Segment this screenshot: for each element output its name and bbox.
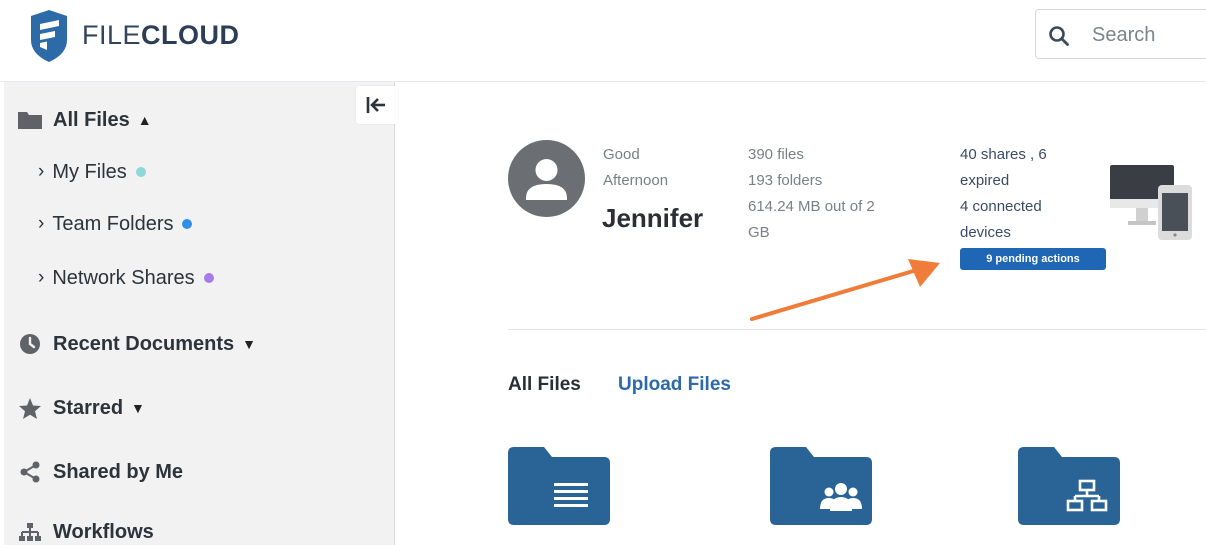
status-dot	[182, 219, 193, 229]
collapse-sidebar-button[interactable]	[356, 86, 398, 124]
sidebar-item-team-folders[interactable]: › Team Folders	[38, 209, 193, 239]
tab-all-files[interactable]: All Files	[508, 374, 581, 396]
avatar[interactable]	[508, 140, 585, 217]
sidebar-item-all-files[interactable]: All Files ▲	[4, 102, 152, 138]
greeting-line1: Good	[603, 146, 640, 163]
search-box[interactable]	[1035, 9, 1206, 59]
chevron-right-icon: ›	[38, 161, 45, 182]
status-dot	[135, 167, 146, 177]
user-icon	[526, 159, 567, 200]
sidebar-item-label: Starred	[53, 396, 124, 419]
search-icon	[1049, 26, 1069, 46]
my-files-folder-icon[interactable]	[508, 445, 610, 525]
workflow-icon	[17, 520, 43, 544]
sidebar-item-label: Recent Documents	[53, 332, 235, 355]
sidebar-item-label: Workflows	[53, 520, 154, 543]
sidebar-item-starred[interactable]: Starred ▼	[4, 390, 145, 426]
chevron-right-icon: ›	[38, 213, 45, 234]
storage-usage-line2: GB	[748, 224, 770, 241]
team-folders-folder-icon[interactable]	[770, 445, 872, 525]
sidebar-item-label: Shared by Me	[53, 460, 184, 483]
search-input[interactable]	[1092, 22, 1202, 48]
sidebar-item-label: All Files	[53, 108, 130, 131]
folder-count: 193 folders	[748, 172, 823, 189]
file-count: 390 files	[748, 146, 804, 163]
app-header: FILECLOUD	[0, 0, 1206, 82]
caret-up-icon: ▲	[137, 112, 152, 128]
collapse-left-icon	[366, 97, 385, 113]
filecloud-logo-icon[interactable]	[28, 10, 70, 62]
tab-upload-files[interactable]: Upload Files	[618, 374, 731, 396]
devices-line1[interactable]: 4 connected	[960, 194, 1090, 220]
network-shares-folder-icon[interactable]	[1018, 445, 1120, 525]
star-icon	[17, 396, 43, 420]
sidebar-item-label: My Files	[52, 160, 127, 183]
devices-icon	[1110, 165, 1192, 240]
folder-icon	[17, 108, 43, 132]
sidebar-item-recent-documents[interactable]: Recent Documents ▼	[4, 326, 256, 362]
storage-usage-line1: 614.24 MB out of 2	[748, 198, 875, 215]
brand-name-part2: CLOUD	[141, 20, 240, 50]
sidebar-item-my-files[interactable]: › My Files	[38, 157, 146, 187]
share-icon	[17, 460, 43, 484]
brand-name-part1: FILE	[82, 20, 142, 50]
sidebar-item-label: Team Folders	[52, 212, 174, 235]
annotation-arrow	[750, 259, 940, 321]
brand-name: FILECLOUD	[82, 20, 240, 51]
caret-down-icon: ▼	[242, 336, 257, 352]
user-name: Jennifer	[602, 203, 704, 233]
storage-stats: 390 files 193 folders 614.24 MB out of 2…	[748, 142, 918, 246]
caret-down-icon: ▼	[131, 400, 145, 416]
share-stats: 40 shares , 6 expired 4 connected device…	[960, 142, 1090, 246]
greeting: Good Afternoon	[603, 142, 668, 194]
sidebar-item-network-shares[interactable]: › Network Shares	[38, 263, 214, 293]
pending-actions-badge[interactable]: 9 pending actions	[960, 248, 1106, 270]
sidebar-item-shared-by-me[interactable]: Shared by Me	[4, 454, 183, 490]
sidebar: All Files ▲ › My Files › Team Folders › …	[4, 82, 398, 545]
chevron-right-icon: ›	[38, 267, 45, 288]
greeting-line2: Afternoon	[603, 172, 669, 189]
section-divider	[508, 329, 1206, 330]
sidebar-item-workflows[interactable]: Workflows	[4, 514, 154, 545]
shares-line2[interactable]: expired	[960, 168, 1090, 194]
devices-line2[interactable]: devices	[960, 220, 1090, 246]
status-dot	[203, 273, 214, 283]
clock-icon	[17, 332, 43, 356]
shares-line1[interactable]: 40 shares , 6	[960, 142, 1090, 168]
sidebar-item-label: Network Shares	[52, 266, 195, 289]
